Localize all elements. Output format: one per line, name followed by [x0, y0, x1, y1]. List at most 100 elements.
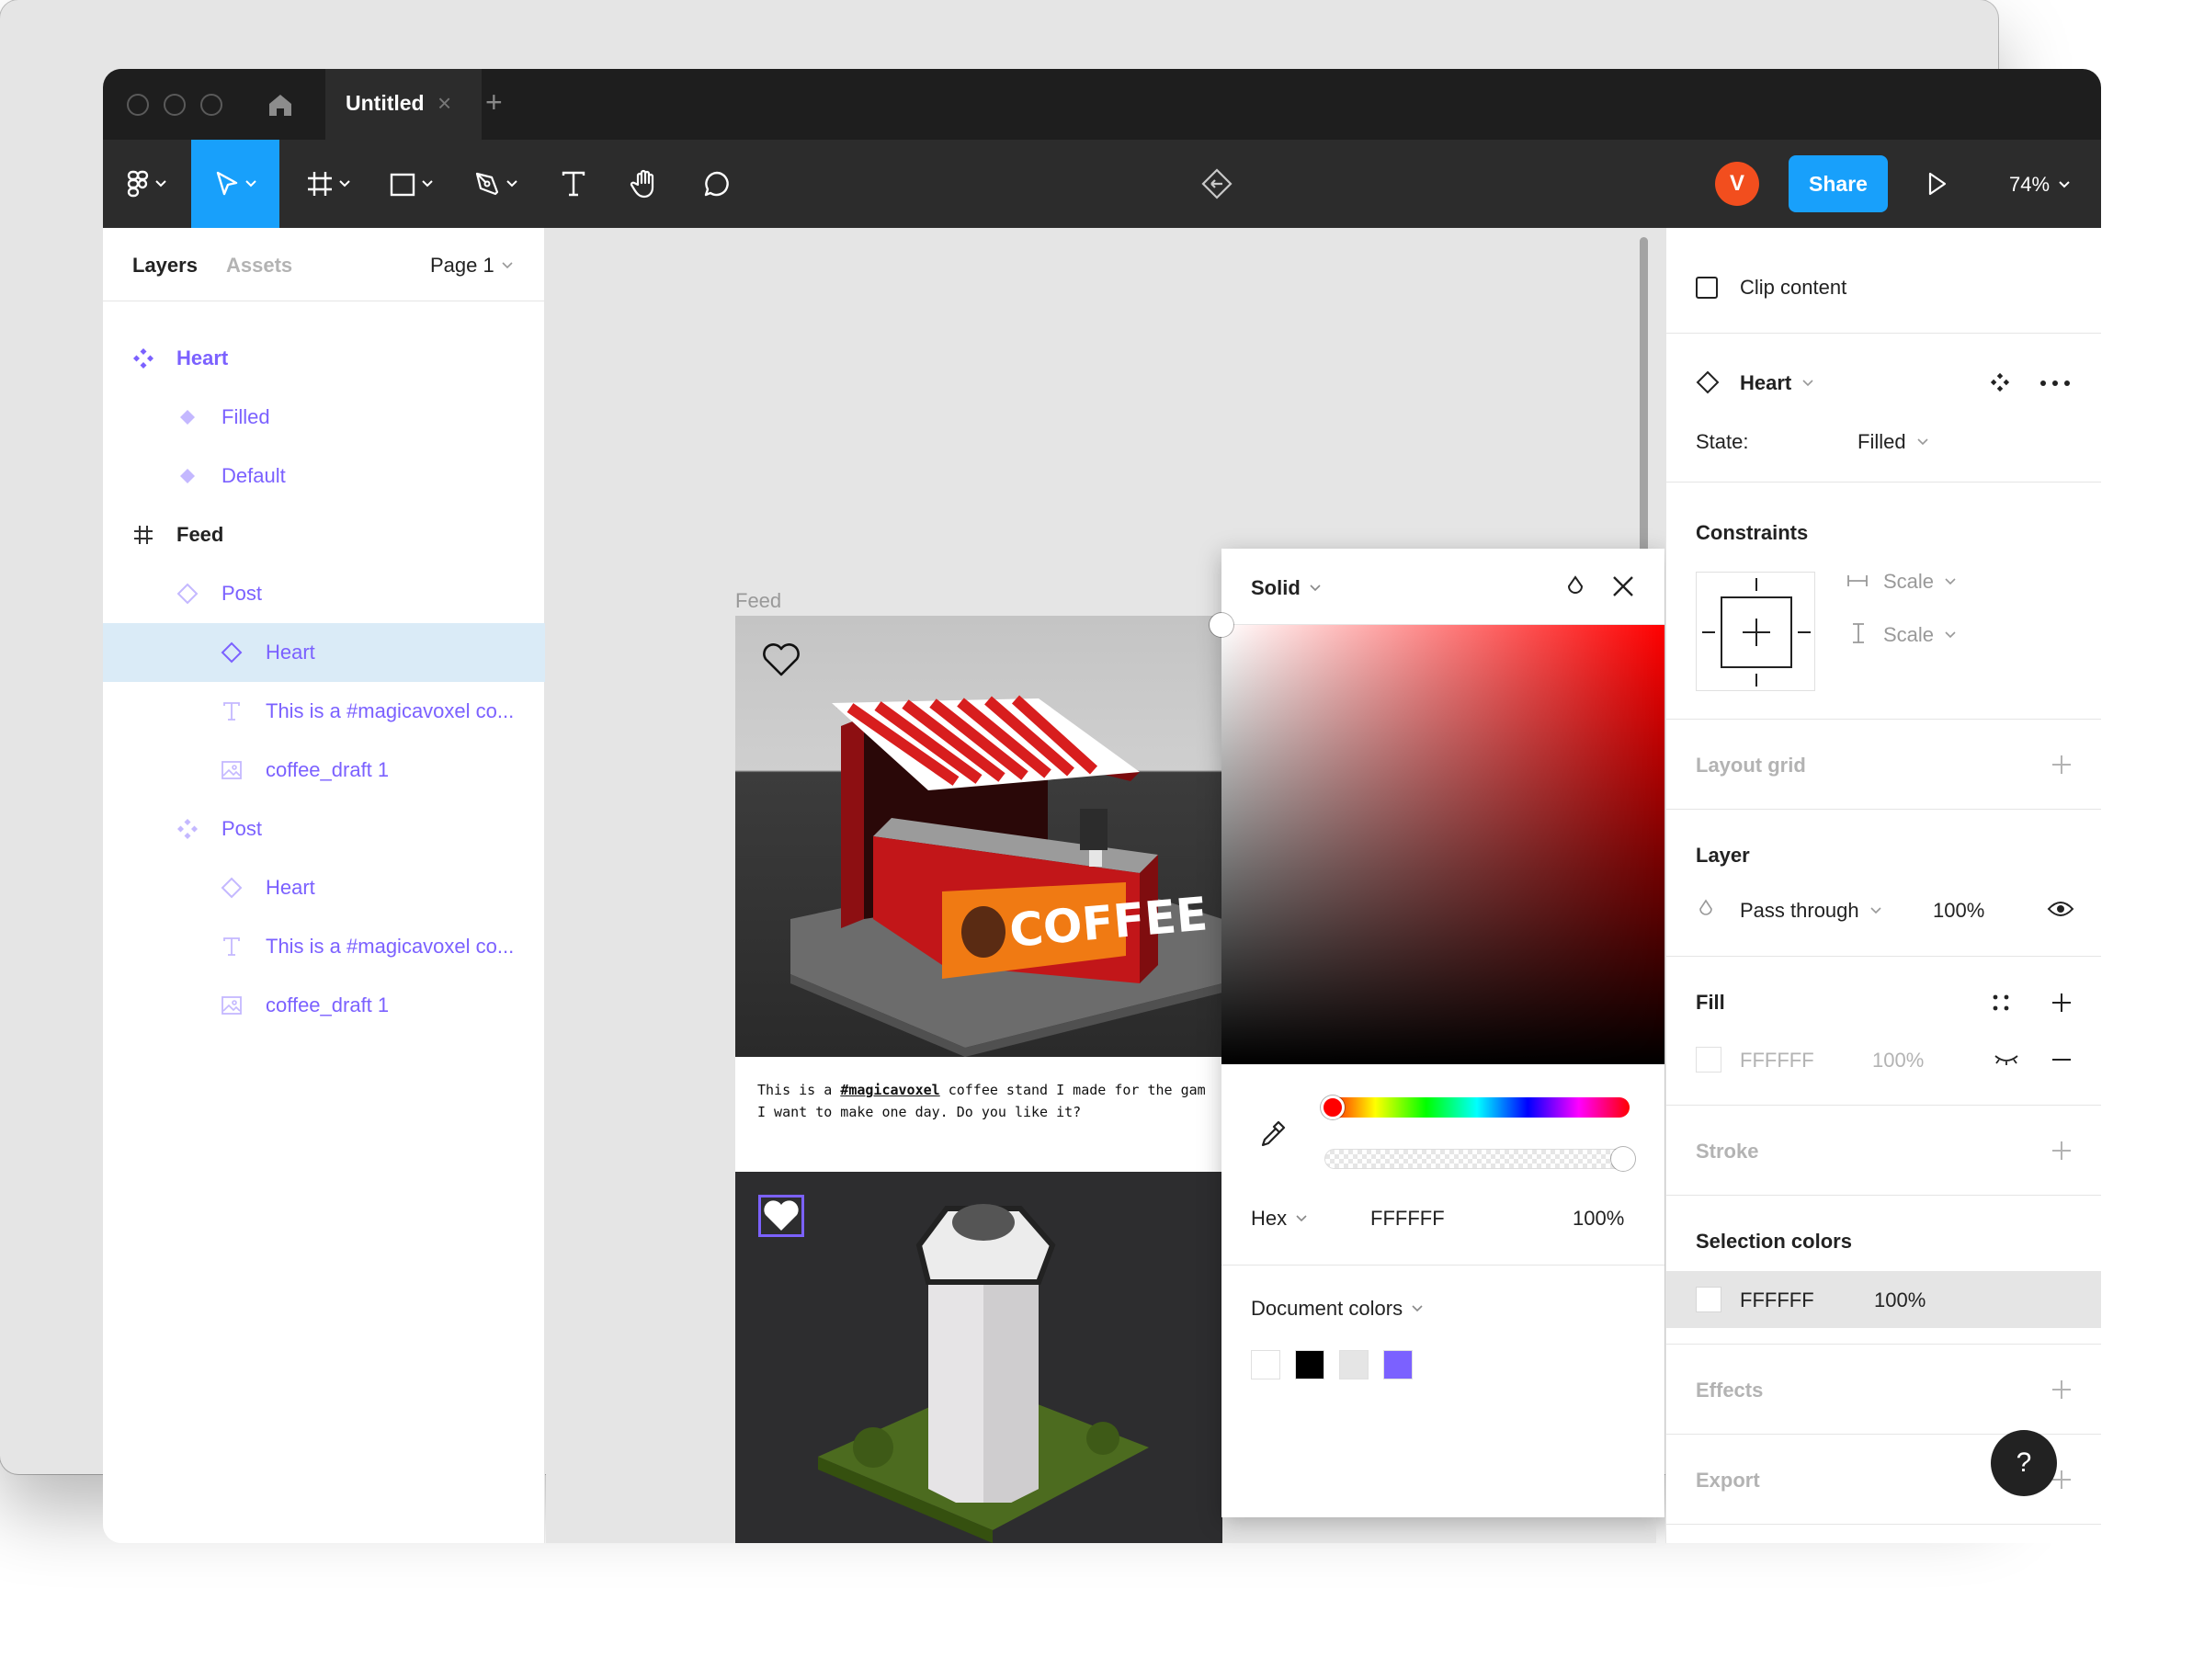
layer-row-heart[interactable]: Heart [103, 858, 545, 917]
document-swatch[interactable] [1251, 1350, 1280, 1379]
document-colors-select[interactable]: Document colors [1251, 1297, 1423, 1321]
canvas-scrollbar[interactable] [1640, 237, 1648, 559]
plus-icon[interactable] [2051, 992, 2073, 1014]
user-avatar[interactable]: V [1715, 162, 1759, 206]
layer-row-feed[interactable]: Feed [103, 505, 545, 564]
sv-picker-handle[interactable] [1210, 613, 1233, 637]
layer-row-image[interactable]: coffee_draft 1 [103, 976, 545, 1035]
rectangle-icon [390, 173, 415, 197]
component-swap-button[interactable] [1187, 140, 1246, 228]
opacity-input[interactable]: 100% [1573, 1207, 1624, 1231]
layer-opacity-input[interactable]: 100% [1933, 899, 1984, 923]
clip-content-checkbox[interactable] [1696, 277, 1718, 299]
text-tool-button[interactable] [544, 140, 603, 228]
color-format-select[interactable]: Hex [1251, 1207, 1307, 1231]
present-button[interactable] [1926, 171, 1948, 201]
fill-swatch[interactable] [1696, 1047, 1721, 1073]
layer-row-post[interactable]: Post [103, 564, 545, 623]
more-options-icon[interactable] [2039, 380, 2071, 387]
eyedropper-icon[interactable] [1258, 1118, 1288, 1148]
fill-opacity[interactable]: 100% [1872, 1049, 1924, 1073]
home-icon[interactable] [267, 91, 294, 119]
tab-close-icon[interactable]: × [437, 89, 451, 118]
heart-filled-selected[interactable] [758, 1195, 804, 1237]
window-zoom-control[interactable] [200, 94, 222, 116]
post-image-coffee[interactable]: COFFEE [735, 616, 1222, 1057]
clip-content-label: Clip content [1740, 276, 1847, 299]
document-swatch[interactable] [1339, 1350, 1369, 1379]
comment-tool-button[interactable] [687, 140, 746, 228]
vertical-constraint-select[interactable]: Scale [1883, 623, 1956, 647]
stroke-section: Stroke [1666, 1106, 2101, 1196]
document-swatch[interactable] [1383, 1350, 1413, 1379]
minus-icon[interactable] [2051, 1049, 2073, 1071]
layer-row-heart-selected[interactable]: Heart [103, 623, 545, 682]
state-select[interactable]: Filled [1857, 430, 1928, 454]
layer-row-text[interactable]: This is a #magicavoxel co... [103, 682, 545, 741]
chevron-down-icon [2059, 181, 2070, 188]
caption-text: This is a #magicavoxel coffee stand I ma… [757, 1079, 1206, 1123]
shape-tool-button[interactable] [379, 140, 443, 228]
plus-icon[interactable] [2051, 754, 2073, 776]
post-image-tower[interactable] [735, 1172, 1222, 1543]
selection-colors-section: Selection colors FFFFFF 100% [1666, 1196, 2101, 1345]
zoom-menu[interactable]: 74% [2009, 173, 2070, 197]
saturation-value-field[interactable] [1221, 625, 1664, 1064]
properties-panel: Clip content Heart State: Filled Constra… [1665, 228, 2101, 1543]
fill-type-select[interactable]: Solid [1251, 576, 1321, 600]
layer-row-heart-set[interactable]: Heart [103, 329, 545, 388]
layer-row-filled[interactable]: Filled [103, 388, 545, 447]
opacity-slider-handle[interactable] [1611, 1147, 1635, 1171]
plus-icon[interactable] [2051, 1379, 2073, 1401]
chevron-down-icon [506, 180, 517, 187]
blend-drop-icon[interactable] [1565, 574, 1585, 598]
selection-color-row[interactable]: FFFFFF 100% [1666, 1271, 2101, 1328]
state-label: State: [1696, 430, 1749, 453]
hue-slider-handle[interactable] [1321, 1095, 1345, 1119]
close-icon[interactable] [1611, 574, 1635, 598]
layer-label: Heart [266, 641, 315, 664]
frame-tool-button[interactable] [296, 140, 360, 228]
page-selector[interactable]: Page 1 [430, 254, 513, 278]
vertical-constraint-icon [1853, 623, 1864, 643]
swap-arrow-icon [1201, 168, 1233, 199]
window-close-control[interactable] [127, 94, 149, 116]
frame-label-feed[interactable]: Feed [735, 589, 781, 613]
move-tool-button[interactable] [191, 140, 279, 228]
blend-mode-select[interactable]: Pass through [1740, 899, 1881, 923]
component-select[interactable]: Heart [1740, 371, 1813, 395]
style-grid-icon[interactable] [1992, 993, 2010, 1012]
chevron-down-icon [1870, 907, 1881, 914]
eye-closed-icon[interactable] [1994, 1052, 2019, 1067]
hex-input[interactable]: FFFFFF [1370, 1207, 1445, 1231]
share-button[interactable]: Share [1789, 155, 1888, 212]
pen-tool-button[interactable] [463, 140, 528, 228]
horizontal-constraint-value: Scale [1883, 570, 1935, 593]
layer-row-post-component[interactable]: Post [103, 800, 545, 858]
post-caption[interactable]: This is a #magicavoxel coffee stand I ma… [735, 1057, 1222, 1172]
tab-assets[interactable]: Assets [226, 254, 292, 278]
fill-hex[interactable]: FFFFFF [1740, 1049, 1814, 1073]
layer-row-default[interactable]: Default [103, 447, 545, 505]
heart-filled-icon [764, 1200, 799, 1231]
main-menu-button[interactable] [114, 140, 178, 228]
constraints-widget[interactable] [1696, 572, 1815, 691]
heart-outline-icon[interactable] [761, 641, 801, 678]
document-swatch[interactable] [1295, 1350, 1324, 1379]
plus-icon[interactable] [2051, 1140, 2073, 1162]
selection-color-swatch[interactable] [1696, 1287, 1721, 1312]
instance-icon [219, 640, 244, 665]
tab-layers[interactable]: Layers [132, 254, 198, 278]
go-to-main-component-icon[interactable] [1990, 372, 2010, 392]
help-button[interactable]: ? [1991, 1430, 2057, 1496]
new-tab-button[interactable]: + [485, 85, 503, 119]
eye-icon[interactable] [2047, 900, 2074, 918]
layer-row-text[interactable]: This is a #magicavoxel co... [103, 917, 545, 976]
window-minimize-control[interactable] [164, 94, 186, 116]
layer-row-image[interactable]: coffee_draft 1 [103, 741, 545, 800]
hand-tool-button[interactable] [616, 140, 675, 228]
hashtag-link[interactable]: #magicavoxel [840, 1082, 939, 1098]
opacity-slider[interactable] [1324, 1149, 1630, 1169]
horizontal-constraint-select[interactable]: Scale [1883, 570, 1956, 594]
hue-slider[interactable] [1324, 1097, 1630, 1118]
